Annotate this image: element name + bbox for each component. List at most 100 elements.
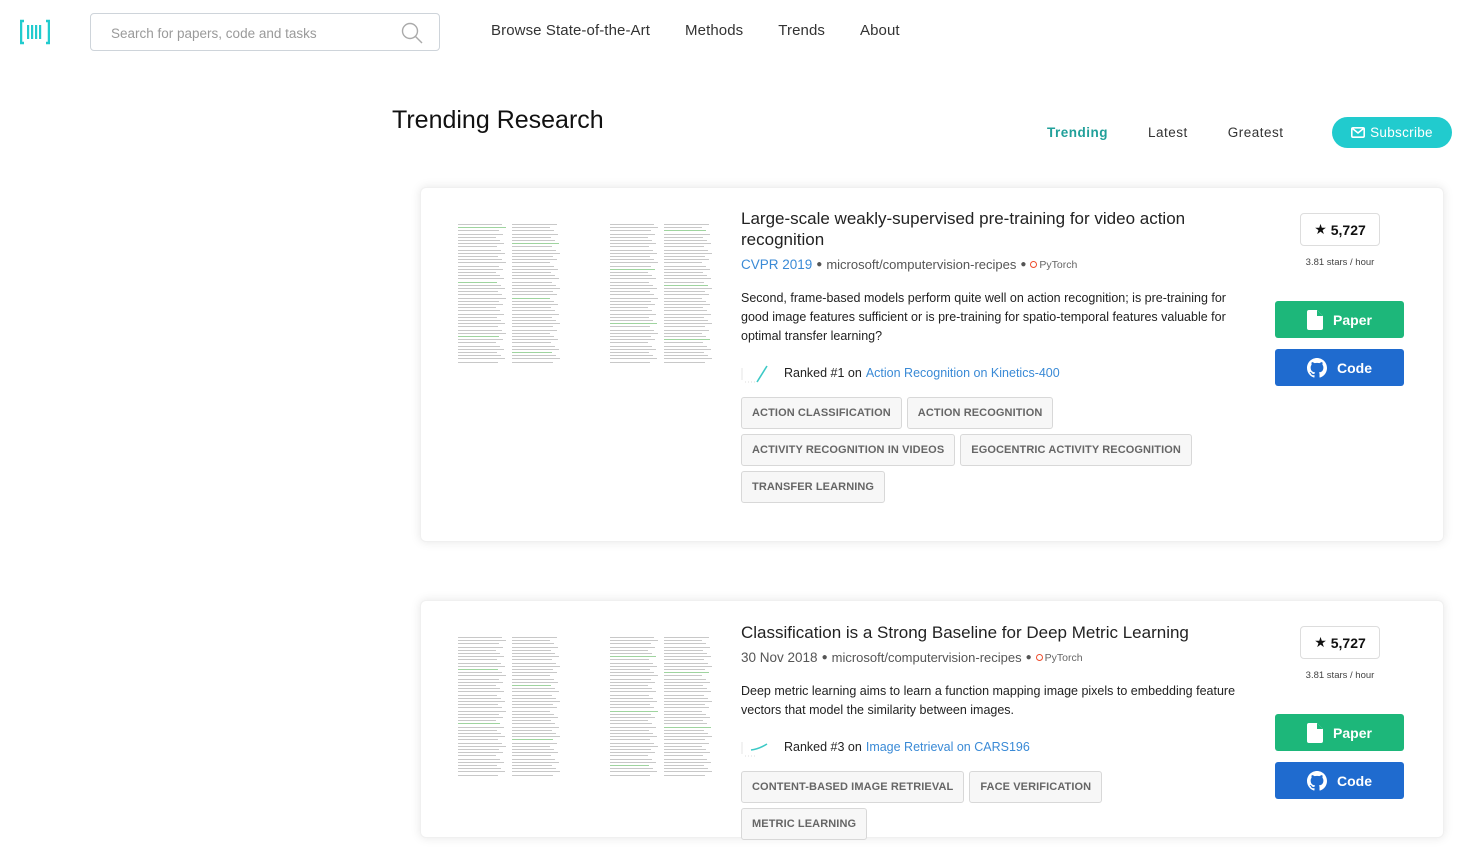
thumbnail-text-line xyxy=(458,326,498,328)
task-tag[interactable]: EGOCENTRIC ACTIVITY RECOGNITION xyxy=(960,434,1192,466)
tab-trending[interactable]: Trending xyxy=(1047,125,1108,140)
task-tag[interactable]: CONTENT-BASED IMAGE RETRIEVAL xyxy=(741,771,965,803)
thumbnail-text-line xyxy=(664,291,705,293)
thumbnail-text-line xyxy=(458,355,501,357)
paper-button[interactable]: Paper xyxy=(1275,301,1404,338)
thumbnail-text-line xyxy=(458,739,498,741)
thumbnail-text-line xyxy=(664,304,710,305)
paper-title[interactable]: Large-scale weakly-supervised pre-traini… xyxy=(741,208,1241,250)
thumbnail-text-line xyxy=(664,768,708,770)
file-icon xyxy=(1307,722,1324,743)
thumbnail-text-line xyxy=(512,348,559,350)
thumbnail-text-line xyxy=(458,688,500,690)
thumbnail-text-line xyxy=(458,265,499,267)
pytorch-icon xyxy=(1030,261,1038,268)
search-input[interactable] xyxy=(111,23,391,43)
thumbnail-text-line xyxy=(664,752,710,754)
thumbnail-text-line xyxy=(610,361,650,363)
thumbnail-text-line xyxy=(664,224,709,225)
subscribe-button[interactable]: Subscribe xyxy=(1332,117,1452,148)
thumbnail-text-line xyxy=(610,224,654,225)
paper-thumbnail[interactable] xyxy=(446,619,726,789)
task-tag[interactable]: FACE VERIFICATION xyxy=(969,771,1103,803)
thumbnail-text-line xyxy=(610,323,657,325)
thumbnail-text-line xyxy=(512,771,560,773)
thumbnail-text-line xyxy=(664,653,707,654)
nav-about[interactable]: About xyxy=(860,22,900,39)
thumbnail-text-line xyxy=(458,262,506,264)
nav-browse-sota[interactable]: Browse State-of-the-Art xyxy=(491,22,650,39)
thumbnail-text-line xyxy=(664,294,709,296)
task-tag[interactable]: ACTION RECOGNITION xyxy=(906,397,1054,429)
thumbnail-text-line xyxy=(664,259,709,261)
thumbnail-text-line xyxy=(664,739,705,741)
thumbnail-text-line xyxy=(458,352,497,353)
paper-thumbnail[interactable] xyxy=(446,206,726,376)
star-count-badge[interactable]: ★ 5,727 xyxy=(1300,626,1380,659)
task-tag[interactable]: ACTION CLASSIFICATION xyxy=(741,397,902,429)
thumbnail-text-line xyxy=(512,307,551,309)
thumbnail-text-line xyxy=(458,297,506,299)
nav-methods[interactable]: Methods xyxy=(685,22,743,39)
tab-latest[interactable]: Latest xyxy=(1148,125,1188,140)
thumbnail-text-line xyxy=(610,675,658,677)
thumbnail-text-line xyxy=(458,358,505,360)
paper-venue[interactable]: CVPR 2019 xyxy=(741,257,812,272)
thumbnail-text-line xyxy=(664,230,706,232)
thumbnail-text-line xyxy=(610,297,658,299)
thumbnail-text-line xyxy=(664,713,706,715)
separator-dot: ● xyxy=(1025,652,1032,663)
paper-meta: 30 Nov 2018 ● microsoft/computervision-r… xyxy=(741,650,1241,665)
thumbnail-text-line xyxy=(512,691,559,693)
separator-dot: ● xyxy=(1020,259,1027,270)
paper-title[interactable]: Classification is a Strong Baseline for … xyxy=(741,622,1241,643)
thumbnail-text-line xyxy=(458,752,503,754)
thumbnail-text-line xyxy=(458,310,500,312)
nav-trends[interactable]: Trends xyxy=(778,22,825,39)
star-count: 5,727 xyxy=(1330,221,1366,238)
tab-greatest[interactable]: Greatest xyxy=(1228,125,1284,140)
thumbnail-text-line xyxy=(610,348,656,350)
thumbnail-text-line xyxy=(458,659,497,661)
thumbnail-text-line xyxy=(512,761,559,763)
paper-repo[interactable]: microsoft/computervision-recipes xyxy=(832,650,1022,665)
code-button[interactable]: Code xyxy=(1275,762,1404,799)
thumbnail-text-line xyxy=(512,755,551,757)
thumbnail-text-line xyxy=(610,352,649,353)
thumbnail-text-line xyxy=(610,284,653,286)
thumbnail-text-line xyxy=(664,361,705,363)
rank-task-link[interactable]: Image Retrieval on CARS196 xyxy=(866,740,1030,754)
thumbnail-text-line xyxy=(664,313,711,315)
code-button[interactable]: Code xyxy=(1275,349,1404,386)
thumbnail-text-line xyxy=(512,662,556,664)
search-box[interactable] xyxy=(90,13,440,51)
thumbnail-text-line xyxy=(512,288,560,289)
thumbnail-text-line xyxy=(610,694,649,696)
paper-repo[interactable]: microsoft/computervision-recipes xyxy=(826,257,1016,272)
paper-button[interactable]: Paper xyxy=(1275,714,1404,751)
star-count-badge[interactable]: ★ 5,727 xyxy=(1300,213,1380,246)
thumbnail-text-line xyxy=(610,275,652,277)
thumbnail-text-line xyxy=(512,646,558,648)
task-tag[interactable]: ACTIVITY RECOGNITION IN VIDEOS xyxy=(741,434,956,466)
thumbnail-text-line xyxy=(610,256,650,257)
thumbnail-text-line xyxy=(664,252,712,254)
thumbnail-text-line xyxy=(664,320,708,321)
thumbnail-text-line xyxy=(458,717,503,718)
rank-task-link[interactable]: Action Recognition on Kinetics-400 xyxy=(866,366,1060,380)
task-tag[interactable]: METRIC LEARNING xyxy=(741,808,868,840)
thumbnail-text-line xyxy=(512,723,555,725)
thumbnail-text-line xyxy=(610,358,657,360)
thumbnail-text-line xyxy=(610,272,648,273)
task-tag[interactable]: TRANSFER LEARNING xyxy=(741,471,886,503)
thumbnail-text-line xyxy=(664,726,711,728)
thumbnail-text-line xyxy=(610,717,655,718)
thumbnail-text-line xyxy=(664,249,708,251)
thumbnail-text-line xyxy=(512,688,555,690)
thumbnail-text-line xyxy=(512,653,555,654)
code-button-label: Code xyxy=(1337,772,1372,789)
thumbnail-text-line xyxy=(458,332,506,334)
logo-icon[interactable] xyxy=(20,19,50,45)
search-icon[interactable] xyxy=(401,22,423,44)
thumbnail-text-line xyxy=(512,768,556,770)
